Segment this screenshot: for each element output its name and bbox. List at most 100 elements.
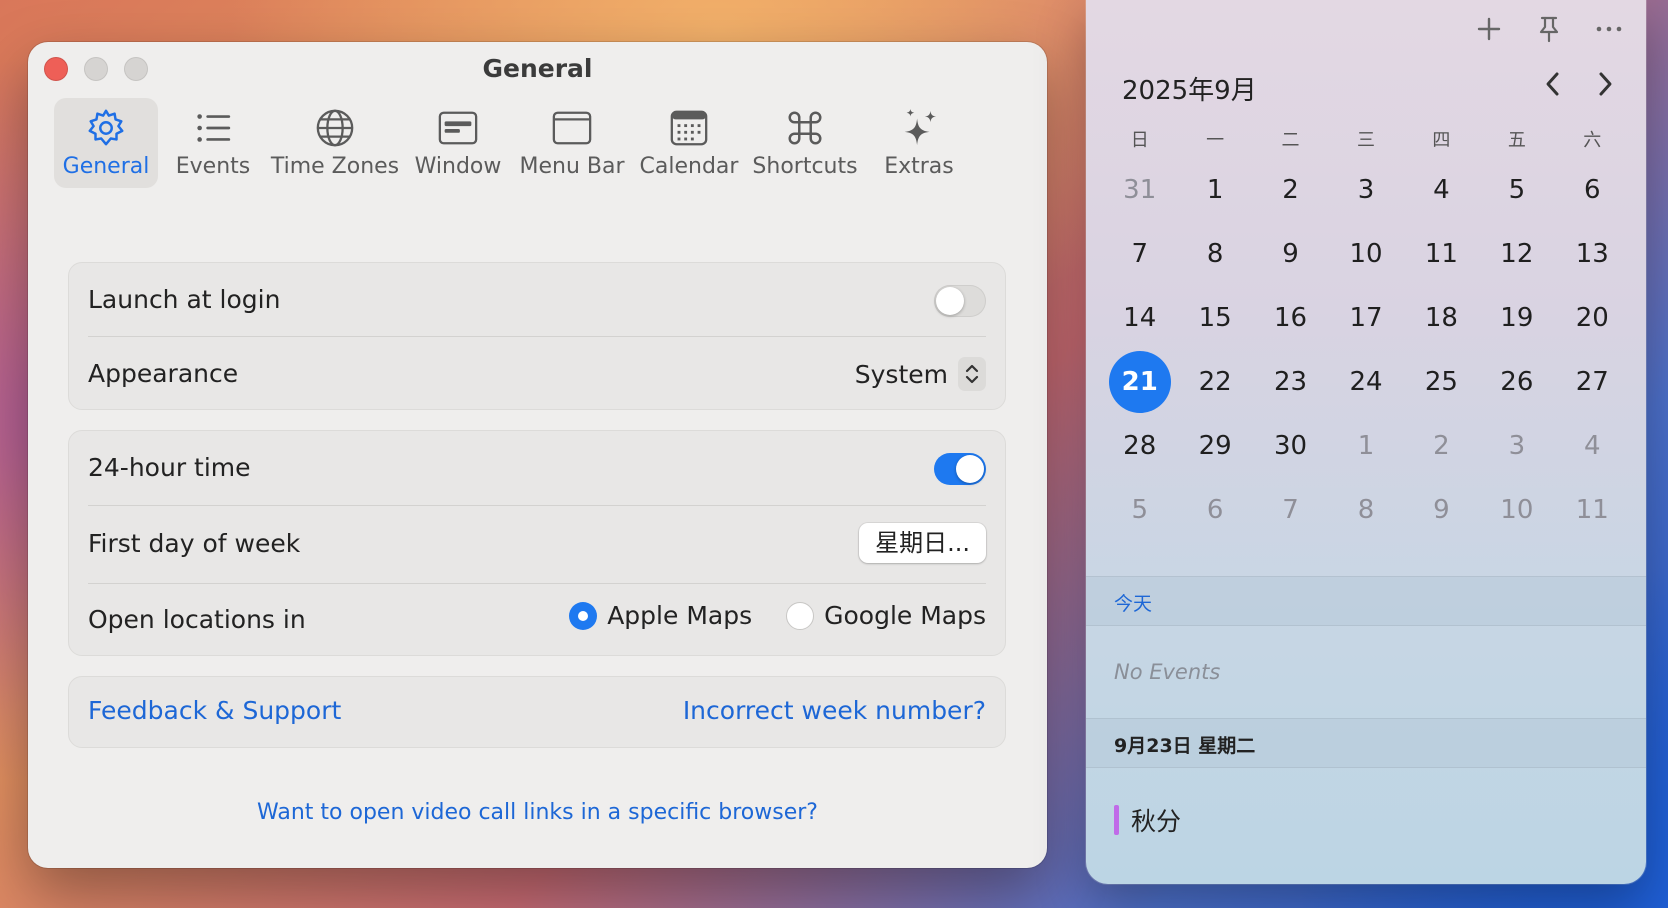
calendar-day[interactable]: 30 — [1253, 414, 1328, 478]
calendar-day[interactable]: 11 — [1555, 478, 1630, 542]
appearance-row: Appearance System — [69, 337, 1005, 411]
first-day-button[interactable]: 星期日... — [859, 523, 986, 563]
calendar-day[interactable]: 5 — [1102, 478, 1177, 542]
chevron-right-icon[interactable] — [1594, 70, 1616, 102]
calendar-day[interactable]: 18 — [1404, 286, 1479, 350]
calendar-day[interactable]: 10 — [1479, 478, 1554, 542]
calendar-day[interactable]: 6 — [1555, 158, 1630, 222]
date-section-header: 9月23日 星期二 — [1086, 718, 1646, 768]
more-icon[interactable] — [1594, 14, 1624, 48]
tab-window[interactable]: Window — [406, 98, 510, 188]
calendar-day[interactable]: 4 — [1404, 158, 1479, 222]
gear-icon — [82, 106, 130, 150]
apple-maps-option[interactable]: Apple Maps — [569, 601, 752, 630]
apple-maps-radio[interactable] — [569, 601, 598, 630]
calendar-day[interactable]: 2 — [1404, 414, 1479, 478]
day-number: 27 — [1575, 367, 1609, 397]
chevron-left-icon[interactable] — [1542, 70, 1564, 102]
time-settings-group: 24-hour time First day of week 星期日... Op… — [68, 430, 1006, 656]
day-number: 2 — [1433, 431, 1450, 461]
calendar-day[interactable]: 12 — [1479, 222, 1554, 286]
calendar-day[interactable]: 2 — [1253, 158, 1328, 222]
calendar-day[interactable]: 13 — [1555, 222, 1630, 286]
calendar-day[interactable]: 20 — [1555, 286, 1630, 350]
calendar-day[interactable]: 24 — [1328, 350, 1403, 414]
today-section-header: 今天 — [1086, 576, 1646, 626]
calendar-day[interactable]: 31 — [1102, 158, 1177, 222]
calendar-day[interactable]: 10 — [1328, 222, 1403, 286]
calendar-day-today[interactable]: 21 — [1102, 350, 1177, 414]
tab-time-zones[interactable]: Time Zones — [268, 98, 402, 188]
incorrect-week-number-link[interactable]: Incorrect week number? — [683, 696, 986, 725]
calendar-day[interactable]: 4 — [1555, 414, 1630, 478]
launch-at-login-toggle[interactable] — [934, 285, 986, 317]
menu-bar-icon — [548, 106, 596, 150]
video-call-browser-link[interactable]: Want to open video call links in a speci… — [28, 800, 1047, 825]
calendar-day[interactable]: 14 — [1102, 286, 1177, 350]
calendar-day[interactable]: 11 — [1404, 222, 1479, 286]
day-number: 31 — [1123, 175, 1157, 205]
today-header: 今天 — [1114, 593, 1153, 615]
calendar-day[interactable]: 5 — [1479, 158, 1554, 222]
pin-icon[interactable] — [1534, 14, 1564, 48]
calendar-day[interactable]: 22 — [1177, 350, 1252, 414]
calendar-day[interactable]: 19 — [1479, 286, 1554, 350]
feedback-support-link[interactable]: Feedback & Support — [88, 696, 341, 725]
calendar-panel: 2025年9月 日 一 二 三 四 五 六 31 1 2 3 4 5 6 7 8 9 10 11 12 1… — [1086, 0, 1646, 884]
month-navigation — [1542, 70, 1616, 102]
google-maps-label: Google Maps — [824, 601, 986, 630]
hour24-toggle[interactable] — [934, 453, 986, 485]
list-icon — [189, 106, 237, 150]
calendar-day[interactable]: 29 — [1177, 414, 1252, 478]
calendar-day[interactable]: 25 — [1404, 350, 1479, 414]
google-maps-option[interactable]: Google Maps — [786, 601, 986, 630]
hour24-label: 24-hour time — [88, 453, 251, 482]
day-number: 6 — [1584, 175, 1601, 205]
day-number: 25 — [1424, 367, 1458, 397]
calendar-day[interactable]: 27 — [1555, 350, 1630, 414]
preferences-toolbar: General Events Time Zones Window Menu Ba… — [54, 98, 1034, 188]
tab-extras[interactable]: Extras — [868, 98, 970, 188]
calendar-actions — [1474, 14, 1624, 48]
open-locations-row: Open locations in Apple Maps Google Maps — [69, 583, 1005, 657]
calendar-day[interactable]: 26 — [1479, 350, 1554, 414]
open-locations-radio-group: Apple Maps Google Maps — [569, 601, 986, 630]
appearance-select[interactable]: System — [855, 357, 986, 391]
calendar-day[interactable]: 16 — [1253, 286, 1328, 350]
day-number: 8 — [1357, 495, 1375, 525]
plus-icon[interactable] — [1474, 14, 1504, 48]
calendar-day[interactable]: 8 — [1177, 222, 1252, 286]
tab-menu-bar[interactable]: Menu Bar — [514, 98, 630, 188]
day-number: 11 — [1424, 239, 1458, 269]
day-number: 22 — [1198, 367, 1232, 397]
calendar-day[interactable]: 8 — [1328, 478, 1403, 542]
tab-events[interactable]: Events — [162, 98, 264, 188]
day-number: 29 — [1198, 431, 1232, 461]
calendar-day[interactable]: 6 — [1177, 478, 1252, 542]
day-number: 26 — [1500, 367, 1534, 397]
calendar-day[interactable]: 7 — [1253, 478, 1328, 542]
day-number: 19 — [1500, 303, 1534, 333]
calendar-day[interactable]: 1 — [1177, 158, 1252, 222]
calendar-day[interactable]: 1 — [1328, 414, 1403, 478]
calendar-day[interactable]: 28 — [1102, 414, 1177, 478]
day-number: 12 — [1500, 239, 1534, 269]
calendar-day[interactable]: 9 — [1404, 478, 1479, 542]
calendar-day[interactable]: 23 — [1253, 350, 1328, 414]
day-number: 28 — [1123, 431, 1157, 461]
day-number: 15 — [1198, 303, 1232, 333]
tab-calendar[interactable]: Calendar — [634, 98, 744, 188]
calendar-day[interactable]: 3 — [1479, 414, 1554, 478]
launch-at-login-row: Launch at login — [69, 263, 1005, 337]
tab-general[interactable]: General — [54, 98, 158, 188]
calendar-day[interactable]: 9 — [1253, 222, 1328, 286]
calendar-day[interactable]: 3 — [1328, 158, 1403, 222]
tab-shortcuts[interactable]: Shortcuts — [748, 98, 862, 188]
first-day-label: First day of week — [88, 529, 301, 558]
calendar-day[interactable]: 17 — [1328, 286, 1403, 350]
calendar-day[interactable]: 15 — [1177, 286, 1252, 350]
calendar-day[interactable]: 7 — [1102, 222, 1177, 286]
no-events-text: No Events — [1114, 660, 1221, 684]
event-item[interactable]: 秋分 — [1114, 802, 1181, 838]
google-maps-radio[interactable] — [786, 601, 815, 630]
